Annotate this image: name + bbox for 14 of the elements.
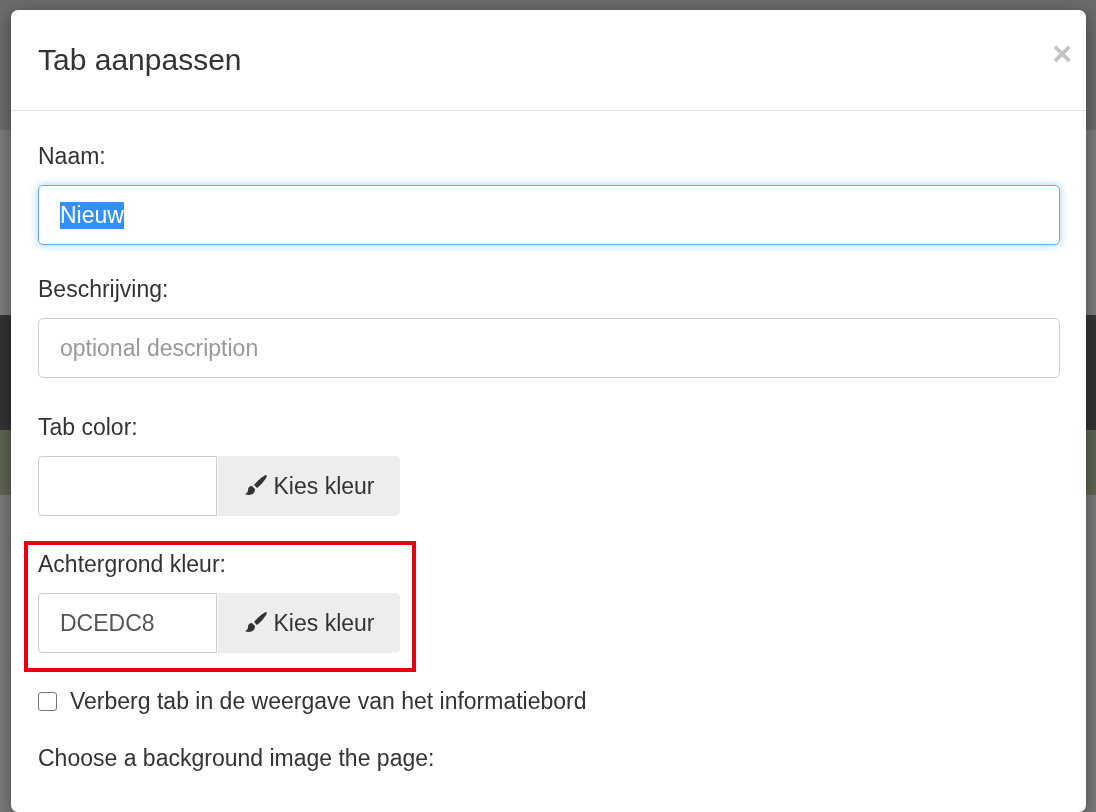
pick-color-button[interactable]: Kies kleur	[218, 456, 400, 516]
field-label: Naam:	[38, 142, 107, 171]
color-input-field[interactable]: DCEDC8	[38, 593, 217, 653]
field-label: Beschrijving:	[38, 275, 170, 304]
checkbox[interactable]	[38, 692, 57, 711]
pick-color-button[interactable]: Kies kleur	[218, 593, 400, 653]
brush-icon	[243, 474, 268, 498]
field-label: Achtergrond kleur:	[38, 550, 227, 579]
checkbox-label: Verberg tab in de weergave van het informatiebord	[70, 688, 587, 715]
dialog-title: Tab aanpassen	[38, 43, 242, 77]
field-label: Choose a background image the page:	[38, 744, 436, 773]
color-input-field[interactable]	[38, 456, 217, 516]
brush-icon	[243, 611, 268, 635]
field-label: Tab color:	[38, 413, 139, 442]
